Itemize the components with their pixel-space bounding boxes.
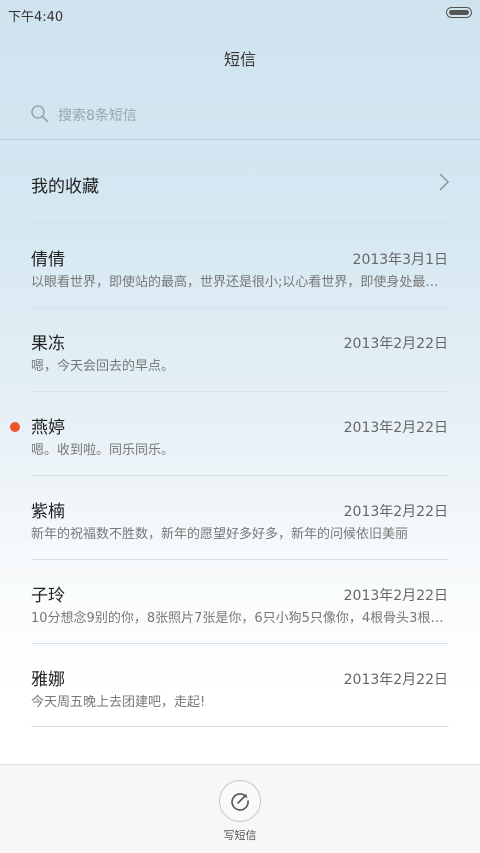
divider xyxy=(31,559,449,560)
status-bar: 下午4:40 xyxy=(0,0,480,28)
compose-button[interactable] xyxy=(219,780,261,822)
divider xyxy=(31,391,449,392)
favorites-label: 我的收藏 xyxy=(31,177,99,197)
contact-name: 倩倩 xyxy=(31,250,65,270)
compose-label: 写短信 xyxy=(223,829,257,842)
message-preview: 嗯，今天会回去的早点。 xyxy=(31,359,175,374)
message-preview: 新年的祝福数不胜数，新年的愿望好多好多，新年的问候依旧美丽 xyxy=(31,527,409,542)
conversation-row[interactable]: 燕婷 2013年2月22日 嗯。收到啦。同乐同乐。 xyxy=(0,391,480,475)
conversation-list: 倩倩 2013年3月1日 以眼看世界，即使站的最高，世界还是很小;以心看世界，即… xyxy=(0,223,480,727)
favorites-item[interactable]: 我的收藏 xyxy=(0,140,480,223)
conversation-row[interactable]: 紫楠 2013年2月22日 新年的祝福数不胜数，新年的愿望好多好多，新年的问候依… xyxy=(0,475,480,559)
search-placeholder: 搜索8条短信 xyxy=(58,108,137,124)
status-time: 下午4:40 xyxy=(8,10,64,25)
contact-name: 子玲 xyxy=(31,586,65,606)
message-date: 2013年2月22日 xyxy=(343,504,448,520)
search-input[interactable]: 搜索8条短信 xyxy=(28,100,448,128)
unread-dot-icon xyxy=(10,422,20,432)
message-date: 2013年2月22日 xyxy=(343,336,448,352)
contact-name: 紫楠 xyxy=(31,502,65,522)
message-preview: 今天周五晚上去团建吧，走起! xyxy=(31,695,206,710)
search-icon xyxy=(31,105,49,123)
divider xyxy=(31,307,449,308)
page-title: 短信 xyxy=(223,50,256,69)
divider xyxy=(31,726,449,727)
chevron-right-icon xyxy=(439,173,450,191)
compose-icon xyxy=(231,793,249,811)
message-preview: 10分想念9别的你，8张照片7张是你，6只小狗5只像你，4根骨头3根给你 xyxy=(31,611,449,626)
divider xyxy=(31,223,449,224)
contact-name: 燕婷 xyxy=(31,418,65,438)
conversation-row[interactable]: 雅娜 2013年2月22日 今天周五晚上去团建吧，走起! xyxy=(0,643,480,727)
contact-name: 果冻 xyxy=(31,334,65,354)
divider xyxy=(31,475,449,476)
message-date: 2013年2月22日 xyxy=(343,588,448,604)
bottom-bar: 写短信 xyxy=(0,764,480,853)
conversation-row[interactable]: 果冻 2013年2月22日 嗯，今天会回去的早点。 xyxy=(0,307,480,391)
battery-icon xyxy=(446,7,472,18)
message-date: 2013年2月22日 xyxy=(343,672,448,688)
battery-fill xyxy=(449,10,469,15)
message-preview: 以眼看世界，即使站的最高，世界还是很小;以心看世界，即使身处最低的地方，世界也是… xyxy=(31,275,449,290)
message-date: 2013年3月1日 xyxy=(352,252,448,268)
message-preview: 嗯。收到啦。同乐同乐。 xyxy=(31,443,175,458)
divider xyxy=(31,643,449,644)
conversation-row[interactable]: 子玲 2013年2月22日 10分想念9别的你，8张照片7张是你，6只小狗5只像… xyxy=(0,559,480,643)
message-date: 2013年2月22日 xyxy=(343,420,448,436)
conversation-row[interactable]: 倩倩 2013年3月1日 以眼看世界，即使站的最高，世界还是很小;以心看世界，即… xyxy=(0,223,480,307)
contact-name: 雅娜 xyxy=(31,670,65,690)
